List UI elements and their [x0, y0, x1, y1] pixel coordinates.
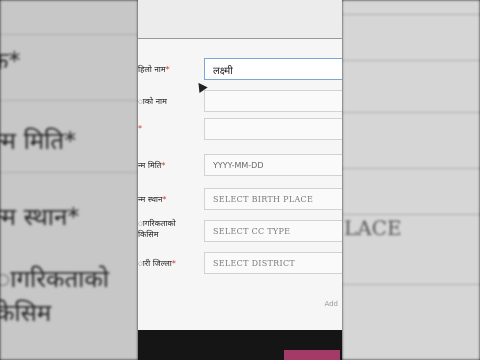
left-blur-panel: क* न्म मिति* न्म स्थान* ागरिकताको केसिम: [0, 0, 138, 360]
right-blur-panel: LACE: [342, 0, 480, 360]
form-row-birth-place: न्म स्थान* SELECT BIRTH PLACE: [138, 188, 342, 214]
field-label: न्म स्थान*: [138, 195, 167, 204]
video-frame: क* न्म मिति* न्म स्थान* ागरिकताको केसिम …: [0, 0, 480, 360]
left-text-3: न्म स्थान*: [0, 203, 80, 231]
left-text-2: न्म मिति*: [0, 127, 77, 155]
cc-type-select[interactable]: SELECT CC TYPE: [204, 220, 342, 242]
form-row-dob: न्म मिति* YYYY-MM-DD: [138, 154, 342, 180]
right-text: LACE: [344, 216, 402, 240]
form-row-3: *: [138, 118, 342, 144]
form-screen: हिलो नाम* लक्ष्मी ाको नाम * न्म मिति* YY…: [138, 0, 342, 360]
field-label: *: [138, 124, 142, 133]
bottom-strip: [284, 350, 340, 360]
left-text-5: केसिम: [0, 299, 52, 327]
birth-place-select[interactable]: SELECT BIRTH PLACE: [204, 188, 342, 210]
form-row-name-2: ाको नाम: [138, 90, 342, 116]
header-bar: [138, 0, 342, 39]
left-text-4: ागरिकताको: [0, 265, 109, 293]
left-text-1: क*: [0, 47, 21, 75]
first-name-input[interactable]: लक्ष्मी: [204, 58, 342, 80]
form-row-first-name: हिलो नाम* लक्ष्मी: [138, 58, 342, 84]
field-3-input[interactable]: [204, 118, 342, 140]
form-row-cc-type: ागरिकताको किसिम SELECT CC TYPE: [138, 218, 342, 248]
add-link[interactable]: Add: [324, 300, 338, 308]
field-label: न्म मिति*: [138, 161, 166, 170]
form-row-district: ारी जिल्ला* SELECT DISTRICT: [138, 252, 342, 278]
name-2-input[interactable]: [204, 90, 342, 112]
district-select[interactable]: SELECT DISTRICT: [204, 252, 342, 274]
field-label: हिलो नाम*: [138, 65, 170, 74]
dob-input[interactable]: YYYY-MM-DD: [204, 154, 342, 176]
field-label: ारी जिल्ला*: [138, 259, 176, 268]
field-label: ागरिकताको किसिम: [138, 219, 176, 239]
field-label: ाको नाम: [138, 97, 167, 106]
